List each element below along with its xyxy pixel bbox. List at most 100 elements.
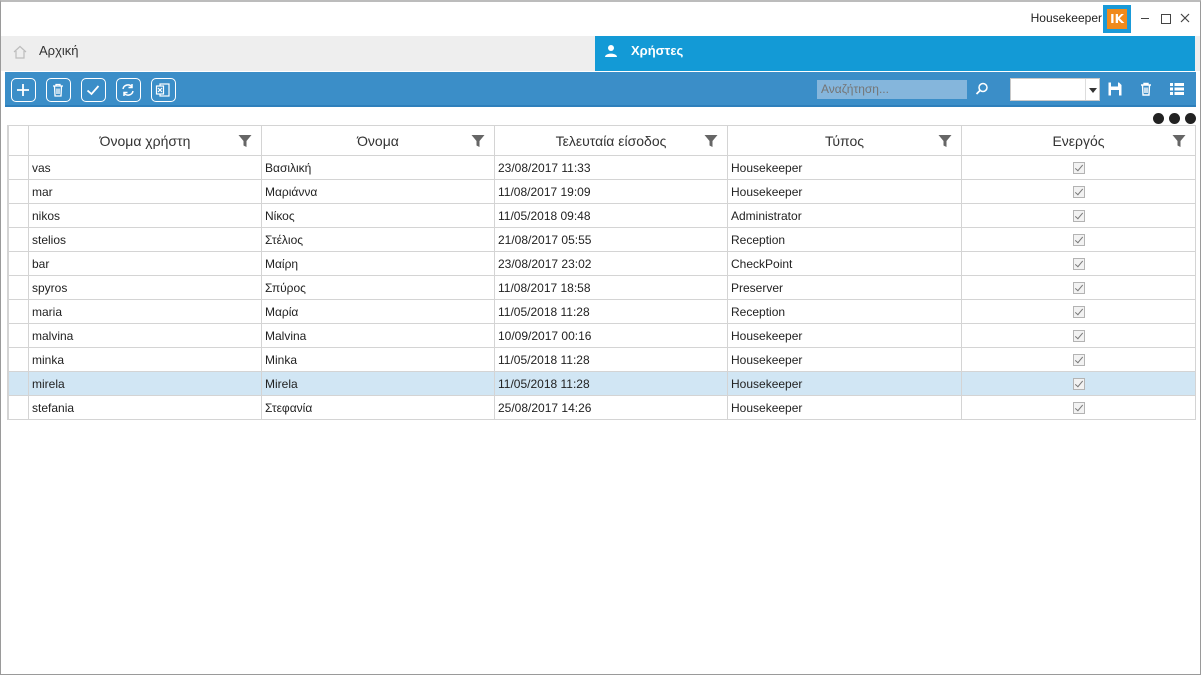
cell-type[interactable]: Housekeeper <box>727 155 962 180</box>
cell-username[interactable]: minka <box>28 347 262 372</box>
table-row[interactable]: spyros Σπύρος 11/08/2017 18:58 Preserver <box>8 275 1196 300</box>
table-row[interactable]: maria Μαρία 11/05/2018 11:28 Reception <box>8 299 1196 324</box>
table-row[interactable]: nikos Νίκος 11/05/2018 09:48 Administrator <box>8 203 1196 228</box>
cell-last-login[interactable]: 21/08/2017 05:55 <box>494 227 728 252</box>
search-input[interactable] <box>817 80 967 99</box>
cell-name[interactable]: Malvina <box>261 323 495 348</box>
cell-name[interactable]: Στεφανία <box>261 395 495 420</box>
row-indicator[interactable] <box>8 371 29 396</box>
column-header-last-login[interactable]: Τελευταία είσοδος <box>494 125 728 156</box>
cell-last-login[interactable]: 10/09/2017 00:16 <box>494 323 728 348</box>
cell-type[interactable]: Housekeeper <box>727 179 962 204</box>
table-row[interactable]: stefania Στεφανία 25/08/2017 14:26 Housekee… <box>8 395 1196 420</box>
cell-type[interactable]: Reception <box>727 299 962 324</box>
add-button[interactable] <box>11 78 36 102</box>
table-row[interactable]: stelios Στέλιος 21/08/2017 05:55 Reception <box>8 227 1196 252</box>
chevron-down-icon[interactable] <box>1085 79 1099 100</box>
active-checkbox[interactable] <box>1072 162 1085 175</box>
tab-users[interactable]: Χρήστες <box>595 36 1195 71</box>
column-header-username[interactable]: Όνομα χρήστη <box>28 125 262 156</box>
cell-last-login[interactable]: 11/05/2018 09:48 <box>494 203 728 228</box>
cell-last-login[interactable]: 11/05/2018 11:28 <box>494 371 728 396</box>
cell-last-login[interactable]: 23/08/2017 23:02 <box>494 251 728 276</box>
active-checkbox[interactable] <box>1072 234 1085 247</box>
active-checkbox[interactable] <box>1072 282 1085 295</box>
cell-type[interactable]: Housekeeper <box>727 395 962 420</box>
active-checkbox[interactable] <box>1072 402 1085 415</box>
cell-name[interactable]: Στέλιος <box>261 227 495 252</box>
cell-type[interactable]: Housekeeper <box>727 323 962 348</box>
cell-username[interactable]: mirela <box>28 371 262 396</box>
minimize-button[interactable] <box>1137 10 1153 26</box>
cell-type[interactable]: Reception <box>727 227 962 252</box>
cell-last-login[interactable]: 23/08/2017 11:33 <box>494 155 728 180</box>
maximize-button[interactable] <box>1157 10 1173 26</box>
cell-type[interactable]: Administrator <box>727 203 962 228</box>
active-checkbox[interactable] <box>1072 210 1085 223</box>
refresh-button[interactable] <box>116 78 141 102</box>
cell-username[interactable]: mar <box>28 179 262 204</box>
row-indicator[interactable] <box>8 155 29 180</box>
tab-home[interactable]: Αρχική <box>1 36 595 71</box>
filter-icon[interactable] <box>704 134 718 148</box>
active-checkbox[interactable] <box>1072 186 1085 199</box>
cell-name[interactable]: Σπύρος <box>261 275 495 300</box>
cell-type[interactable]: Housekeeper <box>727 371 962 396</box>
column-header-active[interactable]: Ενεργός <box>961 125 1196 156</box>
cell-name[interactable]: Μαίρη <box>261 251 495 276</box>
cell-last-login[interactable]: 11/05/2018 11:28 <box>494 347 728 372</box>
row-indicator[interactable] <box>8 299 29 324</box>
row-indicator[interactable] <box>8 251 29 276</box>
active-checkbox[interactable] <box>1072 306 1085 319</box>
cell-username[interactable]: maria <box>28 299 262 324</box>
table-row[interactable]: bar Μαίρη 23/08/2017 23:02 CheckPoint <box>8 251 1196 276</box>
cell-type[interactable]: Preserver <box>727 275 962 300</box>
row-indicator[interactable] <box>8 395 29 420</box>
cell-name[interactable]: Μαρία <box>261 299 495 324</box>
export-excel-button[interactable] <box>151 78 176 102</box>
active-checkbox[interactable] <box>1072 330 1085 343</box>
active-checkbox[interactable] <box>1072 378 1085 391</box>
cell-username[interactable]: nikos <box>28 203 262 228</box>
cell-username[interactable]: spyros <box>28 275 262 300</box>
row-indicator[interactable] <box>8 275 29 300</box>
cell-name[interactable]: Mirela <box>261 371 495 396</box>
row-indicator[interactable] <box>8 179 29 204</box>
delete-layout-icon[interactable] <box>1138 81 1154 97</box>
cell-username[interactable]: stelios <box>28 227 262 252</box>
table-row[interactable]: vas Βασιλική 23/08/2017 11:33 Housekeeper <box>8 155 1196 180</box>
cell-last-login[interactable]: 11/08/2017 18:58 <box>494 275 728 300</box>
row-indicator[interactable] <box>8 323 29 348</box>
cell-name[interactable]: Βασιλική <box>261 155 495 180</box>
filter-icon[interactable] <box>238 134 252 148</box>
row-indicator[interactable] <box>8 227 29 252</box>
row-indicator[interactable] <box>8 203 29 228</box>
confirm-button[interactable] <box>81 78 106 102</box>
list-icon[interactable] <box>1169 81 1185 97</box>
cell-username[interactable]: vas <box>28 155 262 180</box>
delete-button[interactable] <box>46 78 71 102</box>
cell-username[interactable]: bar <box>28 251 262 276</box>
column-header-type[interactable]: Τύπος <box>727 125 962 156</box>
table-row[interactable]: mar Μαριάννα 11/08/2017 19:09 Housekeeper <box>8 179 1196 204</box>
cell-name[interactable]: Νίκος <box>261 203 495 228</box>
cell-name[interactable]: Minka <box>261 347 495 372</box>
search-icon[interactable] <box>975 82 989 96</box>
cell-last-login[interactable]: 11/05/2018 11:28 <box>494 299 728 324</box>
column-header-name[interactable]: Όνομα <box>261 125 495 156</box>
cell-type[interactable]: CheckPoint <box>727 251 962 276</box>
table-row[interactable]: minka Minka 11/05/2018 11:28 Housekeeper <box>8 347 1196 372</box>
cell-name[interactable]: Μαριάννα <box>261 179 495 204</box>
row-indicator[interactable] <box>8 347 29 372</box>
active-checkbox[interactable] <box>1072 354 1085 367</box>
save-icon[interactable] <box>1107 81 1123 97</box>
cell-last-login[interactable]: 25/08/2017 14:26 <box>494 395 728 420</box>
filter-icon[interactable] <box>471 134 485 148</box>
filter-icon[interactable] <box>938 134 952 148</box>
cell-last-login[interactable]: 11/08/2017 19:09 <box>494 179 728 204</box>
close-button[interactable] <box>1177 10 1193 26</box>
cell-type[interactable]: Housekeeper <box>727 347 962 372</box>
layout-select[interactable] <box>1010 78 1100 101</box>
cell-username[interactable]: malvina <box>28 323 262 348</box>
filter-icon[interactable] <box>1172 134 1186 148</box>
